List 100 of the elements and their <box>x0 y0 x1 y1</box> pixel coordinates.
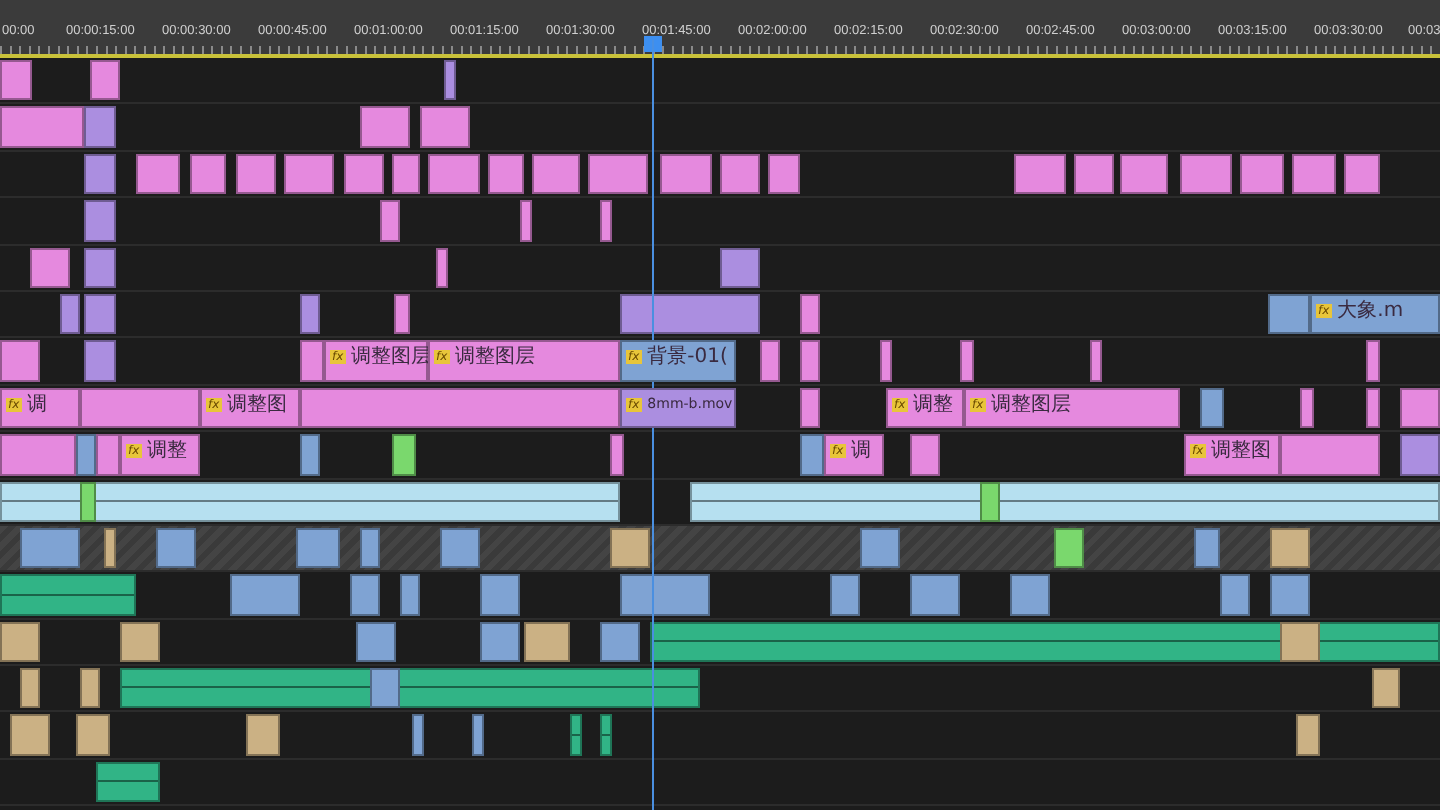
video-clip[interactable] <box>296 527 340 569</box>
adjustment-clip[interactable] <box>420 106 470 148</box>
video-clip[interactable] <box>1054 527 1084 569</box>
adjustment-clip[interactable] <box>0 434 76 476</box>
adjustment-clip[interactable] <box>0 340 40 382</box>
video-clip[interactable] <box>60 293 80 335</box>
video-clip[interactable] <box>690 481 1440 522</box>
video-clip[interactable] <box>472 714 484 756</box>
video-clip[interactable] <box>480 574 520 616</box>
video-clip[interactable] <box>1194 527 1220 569</box>
adjustment-clip[interactable] <box>80 387 200 429</box>
video-clip[interactable] <box>600 621 640 663</box>
adjustment-clip[interactable] <box>284 153 334 195</box>
video-clip[interactable] <box>1270 574 1310 616</box>
video-clip[interactable] <box>84 153 116 195</box>
video-clip[interactable] <box>84 293 116 335</box>
video-clip[interactable] <box>1400 434 1440 476</box>
adjustment-clip[interactable] <box>96 434 120 476</box>
video-clip[interactable] <box>350 574 380 616</box>
playhead-handle[interactable] <box>644 36 662 52</box>
video-clip[interactable] <box>84 106 116 148</box>
adjustment-clip[interactable] <box>610 434 624 476</box>
audio-clip[interactable] <box>0 621 40 663</box>
video-clip[interactable] <box>860 527 900 569</box>
video-clip[interactable] <box>360 527 380 569</box>
adjustment-clip[interactable] <box>768 153 800 195</box>
video-clip[interactable] <box>80 481 96 522</box>
video-clip[interactable] <box>20 527 80 569</box>
adjustment-clip[interactable] <box>380 200 400 242</box>
video-clip[interactable] <box>76 434 96 476</box>
audio-clip[interactable] <box>104 527 116 569</box>
adjustment-clip[interactable] <box>190 153 226 195</box>
adjustment-clip[interactable] <box>236 153 276 195</box>
adjustment-clip[interactable] <box>392 153 420 195</box>
adjustment-clip[interactable] <box>800 387 820 429</box>
adjustment-clip[interactable] <box>344 153 384 195</box>
video-clip[interactable] <box>370 668 400 709</box>
adjustment-clip[interactable] <box>1400 387 1440 429</box>
adjustment-clip[interactable] <box>910 434 940 476</box>
adjustment-clip[interactable] <box>0 60 32 101</box>
adjustment-clip[interactable] <box>520 200 532 242</box>
adjustment-clip[interactable] <box>90 60 120 101</box>
adjustment-clip[interactable] <box>800 340 820 382</box>
video-clip[interactable] <box>400 574 420 616</box>
audio-clip[interactable] <box>0 574 136 616</box>
video-clip[interactable] <box>356 621 396 663</box>
adjustment-clip[interactable] <box>1366 340 1380 382</box>
video-clip[interactable] <box>980 481 1000 522</box>
video-clip[interactable] <box>620 293 760 335</box>
audio-clip[interactable] <box>96 761 160 803</box>
adjustment-clip[interactable] <box>30 247 70 288</box>
video-clip[interactable] <box>1220 574 1250 616</box>
video-clip[interactable] <box>620 574 710 616</box>
adjustment-clip[interactable] <box>1240 153 1284 195</box>
adjustment-clip[interactable] <box>880 340 892 382</box>
adjustment-clip[interactable] <box>532 153 580 195</box>
audio-clip[interactable] <box>600 714 612 756</box>
audio-clip[interactable] <box>120 621 160 663</box>
audio-clip[interactable] <box>524 621 570 663</box>
adjustment-clip[interactable] <box>0 106 84 148</box>
audio-clip[interactable] <box>120 668 700 709</box>
audio-clip[interactable] <box>610 527 650 569</box>
audio-clip[interactable] <box>650 621 1440 663</box>
video-clip[interactable] <box>1268 293 1310 335</box>
audio-clip[interactable] <box>246 714 280 756</box>
video-clip[interactable] <box>1200 387 1224 429</box>
video-clip[interactable] <box>392 434 416 476</box>
video-clip[interactable] <box>84 200 116 242</box>
adjustment-clip[interactable] <box>436 247 448 288</box>
adjustment-clip[interactable] <box>588 153 648 195</box>
audio-clip[interactable] <box>570 714 582 756</box>
video-clip[interactable] <box>910 574 960 616</box>
adjustment-clip[interactable] <box>1292 153 1336 195</box>
adjustment-clip[interactable] <box>1366 387 1380 429</box>
adjustment-clip[interactable] <box>136 153 180 195</box>
video-clip[interactable] <box>800 434 824 476</box>
video-clip[interactable] <box>230 574 300 616</box>
audio-clip[interactable] <box>20 668 40 709</box>
adjustment-clip[interactable] <box>300 387 620 429</box>
audio-clip[interactable] <box>76 714 110 756</box>
adjustment-clip[interactable] <box>1120 153 1168 195</box>
adjustment-clip[interactable] <box>1014 153 1066 195</box>
adjustment-clip[interactable] <box>1180 153 1232 195</box>
video-clip[interactable] <box>412 714 424 756</box>
audio-clip[interactable] <box>10 714 50 756</box>
audio-clip[interactable] <box>1372 668 1400 709</box>
adjustment-clip[interactable] <box>1344 153 1380 195</box>
video-clip[interactable] <box>1010 574 1050 616</box>
video-clip[interactable] <box>444 60 456 101</box>
video-clip[interactable] <box>480 621 520 663</box>
adjustment-clip[interactable] <box>300 340 324 382</box>
adjustment-clip[interactable] <box>1074 153 1114 195</box>
adjustment-clip[interactable] <box>660 153 712 195</box>
adjustment-clip[interactable] <box>428 153 480 195</box>
video-clip[interactable] <box>440 527 480 569</box>
video-clip[interactable] <box>720 247 760 288</box>
adjustment-clip[interactable] <box>488 153 524 195</box>
video-clip[interactable] <box>300 434 320 476</box>
video-clip[interactable] <box>0 481 620 522</box>
video-clip[interactable] <box>830 574 860 616</box>
